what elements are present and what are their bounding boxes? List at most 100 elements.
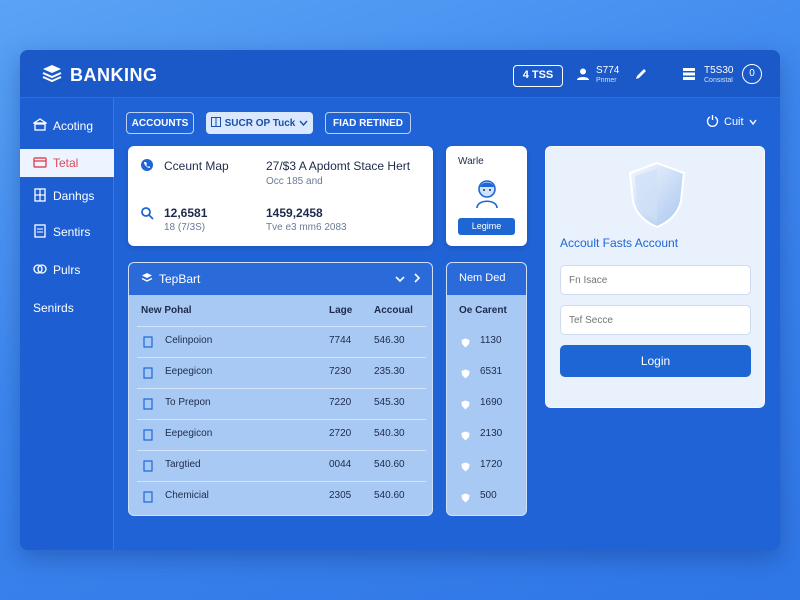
transactions-table: TepBart New Pohal Lage Accoual Celinpoio… [128,262,433,516]
sidebar-item-label: Senirds [33,301,74,315]
row-lage: 0044 [329,459,352,470]
row-name: Celinpoion [165,335,213,346]
side-table-row[interactable]: 1130 [447,326,526,357]
avatar-icon [474,179,500,214]
user-line2: Primer [596,77,617,84]
sidebar-item-label: Pulrs [53,263,81,277]
column-header-name: New Pohal [141,305,192,316]
summary-amount: 12,6581 [164,206,208,220]
document-icon [143,397,153,415]
login-button[interactable]: Login [560,345,751,377]
info-icon[interactable]: 0 [742,64,762,84]
sort-dropdown[interactable]: SUCR OP Tuck [206,112,313,134]
table-row[interactable]: To Prepon 7220 545.30 [129,388,432,419]
accounts-button[interactable]: ACCOUNTS [126,112,194,134]
user-menu[interactable]: S774 Primer [576,66,619,86]
summary-value-title: 27/$3 A Apdomt Stace Hert [266,159,411,173]
notifications-pill[interactable]: 4 TSS [513,65,563,87]
row-name: Chemicial [165,490,209,501]
brand[interactable]: BANKING [42,64,158,87]
side-table-row[interactable]: 500 [447,481,526,512]
row-name: Targtied [165,459,201,470]
row-name: Eepegicon [165,366,213,377]
edit-icon[interactable] [634,67,648,86]
summary-amount-sub: 18 (7/3S) [164,222,206,233]
brand-title: BANKING [70,65,158,85]
banking-app-window: BANKING 4 TSS S774 Primer T5S30 Consista… [20,50,780,550]
layers-icon [141,272,153,287]
username-field[interactable] [560,265,751,295]
quit-button[interactable]: Cuit [706,114,757,130]
search-icon[interactable] [140,206,154,225]
sidebar-item-label: Danhgs [53,189,95,203]
login-title: Accoult Fasts Account [560,236,679,250]
summary-card: Cceunt Map 27/$3 A Apdomt Stace Hert Occ… [128,146,433,246]
side-table-value: 6531 [480,366,503,377]
summary-balance-sub: Tve e3 mm6 2083 [266,222,347,233]
side-table-value: 2130 [480,428,503,439]
top-bar: BANKING 4 TSS S774 Primer T5S30 Consista… [20,50,780,98]
table-header-bar: TepBart [129,263,432,295]
summary-value-sub: Occ 185 and [266,176,323,187]
row-name: Eepegicon [165,428,213,439]
sidebar-item-tetal[interactable]: Tetal [20,149,114,177]
document-icon [143,335,153,353]
profile-button[interactable]: Legime [458,218,515,235]
sidebar-item-pulrs[interactable]: Pulrs [20,256,114,284]
row-account: 235.30 [374,366,405,377]
user-line1: S774 [596,65,620,76]
account-line2: Consistal [704,77,733,84]
column-header-lage: Lage [329,305,353,316]
sidebar-item-acoting[interactable]: Acoting [20,112,114,140]
summary-title: Cceunt Map [164,159,229,173]
wallet-icon [33,155,47,172]
row-lage: 7744 [329,335,352,346]
side-table-row[interactable]: 2130 [447,419,526,450]
row-name: To Prepon [165,397,211,408]
chevron-down-icon [299,118,308,129]
phone-icon [140,158,154,177]
shield-icon [461,397,470,415]
row-lage: 2305 [329,490,352,501]
table-title: TepBart [159,272,201,286]
sidebar-item-label: Acoting [53,119,94,133]
table-row[interactable]: Celinpoion 7744 546.30 [129,326,432,357]
side-table-row[interactable]: 6531 [447,357,526,388]
password-field[interactable] [560,305,751,335]
building-icon [33,187,47,205]
side-table-row[interactable]: 1690 [447,388,526,419]
account-menu[interactable]: T5S30 Consistal [682,66,733,86]
grid-icon [210,116,221,130]
document-icon [33,223,47,241]
user-icon [576,67,590,86]
profile-title: Warle [458,156,484,167]
sidebar-item-sentirs[interactable]: Sentirs [20,218,114,246]
table-row[interactable]: Eepegicon 7230 235.30 [129,357,432,388]
shield-icon [461,428,470,446]
document-icon [143,366,153,384]
power-icon [706,114,719,130]
chevron-right-icon[interactable] [413,272,421,286]
shield-icon [626,161,688,234]
account-line1: T5S30 [704,65,734,76]
side-table-title: Nem Ded [447,263,526,295]
sidebar-item-label: Tetal [53,156,79,170]
sidebar: Acoting Tetal Danhgs Sentirs Pulrs Senir… [20,98,114,550]
sidebar-item-danhgs[interactable]: Danhgs [20,182,114,210]
side-table: Nem Ded Oe Carent 1130 6531 1690 2130 17… [446,262,527,516]
row-account: 545.30 [374,397,405,408]
side-table-column-header: Oe Carent [459,305,507,316]
row-lage: 7230 [329,366,352,377]
chevron-down-icon[interactable] [395,272,405,286]
coins-icon [33,262,47,279]
find-retined-button[interactable]: FIAD RETINED [325,112,411,134]
chevron-down-icon [749,116,757,128]
table-row[interactable]: Chemicial 2305 540.60 [129,481,432,512]
layers-logo-icon [42,64,62,87]
side-table-value: 1690 [480,397,503,408]
table-row[interactable]: Targtied 0044 540.60 [129,450,432,481]
row-lage: 7220 [329,397,352,408]
table-row[interactable]: Eepegicon 2720 540.30 [129,419,432,450]
sidebar-item-senirds[interactable]: Senirds [20,294,114,322]
side-table-row[interactable]: 1720 [447,450,526,481]
